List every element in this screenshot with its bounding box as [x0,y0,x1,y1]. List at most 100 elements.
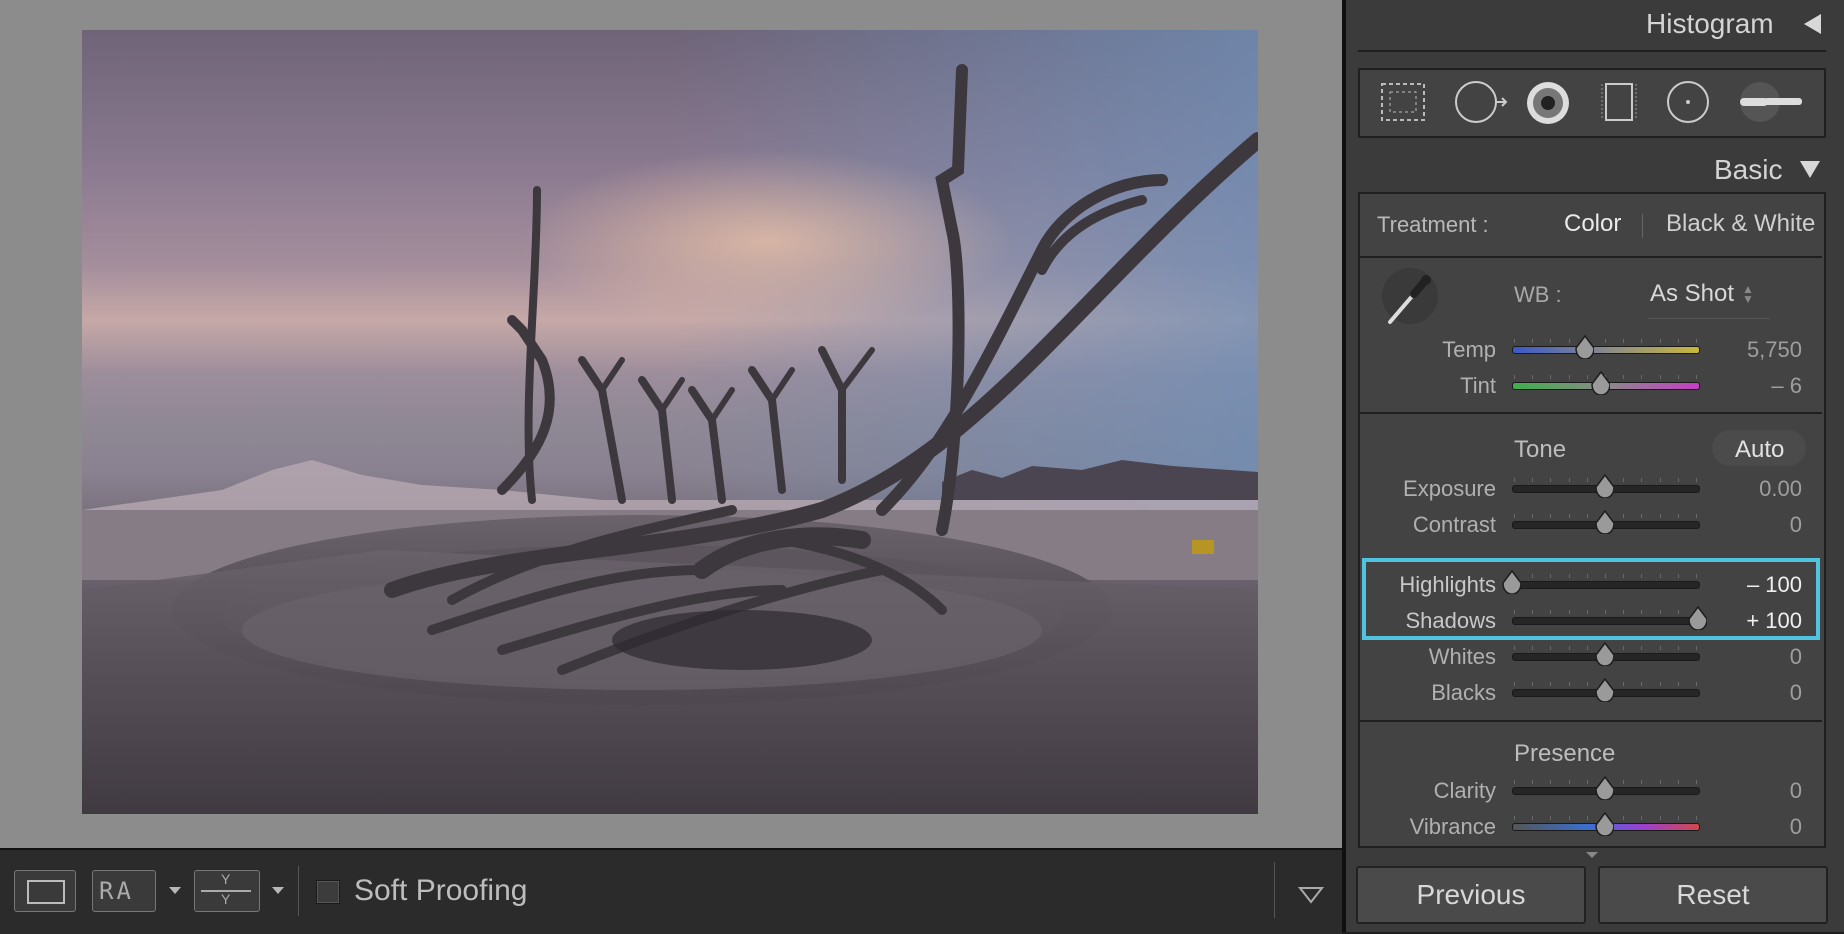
slider-tick [1532,816,1534,820]
blacks-slider-thumb[interactable] [1594,678,1614,702]
treatment-bw-option[interactable]: Black & White [1666,210,1815,238]
slider-tick [1514,375,1515,379]
slider-tick [1641,375,1643,379]
slider-tick [1568,610,1570,614]
slider-tick [1659,339,1661,343]
vibrance-value[interactable]: 0 [1702,814,1802,840]
slider-tick [1659,610,1661,614]
vibrance-slider-thumb[interactable] [1594,812,1614,836]
before-after-split-button[interactable]: Y Y [194,870,260,912]
graduated-filter-icon[interactable] [1598,78,1642,131]
slider-tick [1677,339,1679,343]
slider-tick [1586,574,1588,578]
slider-tick [1586,780,1588,784]
wb-eyedropper-icon[interactable] [1378,266,1442,337]
slider-tick [1623,478,1625,482]
histogram-collapse-icon[interactable] [1804,14,1821,34]
adjustment-brush-icon[interactable] [1734,78,1808,131]
slider-tick [1568,574,1570,578]
slider-tick [1623,339,1625,343]
toolbar-menu-icon[interactable] [1297,886,1325,909]
tint-label: Tint [1460,373,1496,398]
slider-tick [1677,816,1679,820]
slider-tick [1659,646,1661,650]
slider-tick [1550,646,1552,650]
slider-tick [1532,375,1534,379]
contrast-value[interactable]: 0 [1702,512,1802,538]
blacks-value[interactable]: 0 [1702,680,1802,706]
slider-tick [1623,780,1625,784]
slider-tick [1586,816,1588,820]
before-after-dropdown-icon[interactable] [169,887,181,894]
tone-auto-label: Auto [1735,436,1785,463]
slider-tick [1514,646,1515,650]
previous-button[interactable]: Previous [1356,866,1586,924]
reset-button[interactable]: Reset [1598,866,1828,924]
shadows-value[interactable]: + 100 [1702,608,1802,634]
whites-value[interactable]: 0 [1702,644,1802,670]
slider-tick [1696,375,1697,379]
clarity-value[interactable]: 0 [1702,778,1802,804]
slider-tick [1550,610,1552,614]
red-eye-icon[interactable] [1524,79,1572,132]
main-photo[interactable] [82,30,1258,814]
before-after-icon: RA [99,877,134,905]
panel-scroll-indicator-icon[interactable] [1586,852,1598,858]
spot-removal-icon[interactable] [1452,78,1510,131]
slider-tick [1514,682,1515,686]
loupe-view-button[interactable] [14,870,76,912]
slider-tick [1659,780,1661,784]
toolbar-divider [298,866,299,916]
basic-header[interactable]: Basic [1714,154,1782,186]
temp-slider-thumb[interactable] [1574,335,1594,359]
radial-filter-icon[interactable] [1664,78,1712,131]
clarity-slider-thumb[interactable] [1594,776,1614,800]
treatment-separator [1642,214,1643,238]
contrast-slider-thumb[interactable] [1594,510,1614,534]
before-after-button[interactable]: RA [92,870,156,912]
slider-tick [1568,514,1570,518]
split-y-top-icon: Y [221,871,231,887]
slider-tick [1586,478,1588,482]
slider-tick [1568,339,1570,343]
exposure-value[interactable]: 0.00 [1702,476,1802,502]
slider-tick [1550,816,1552,820]
wb-underline [1648,318,1770,319]
highlights-label: Highlights [1399,572,1496,597]
slider-tick [1586,610,1588,614]
tint-value[interactable]: – 6 [1702,373,1802,399]
shadows-slider-track[interactable] [1512,617,1700,625]
tint-slider-thumb[interactable] [1590,371,1611,395]
slider-tick [1550,574,1552,578]
wb-dropdown-arrows-icon[interactable]: ▲ ▼ [1742,283,1754,305]
blacks-label: Blacks [1431,680,1496,705]
slider-tick [1514,780,1515,784]
slider-tick [1532,339,1534,343]
basic-collapse-icon[interactable] [1800,161,1820,178]
treatment-color-option[interactable]: Color [1564,210,1621,238]
vibrance-label: Vibrance [1409,814,1496,839]
temp-value[interactable]: 5,750 [1702,337,1802,363]
histogram-header[interactable]: Histogram [1646,8,1774,40]
split-dropdown-icon[interactable] [272,887,284,894]
slider-tick [1677,646,1679,650]
soft-proofing-label: Soft Proofing [354,874,528,907]
slider-tick [1659,478,1661,482]
exposure-slider-thumb[interactable] [1594,474,1614,498]
highlights-value[interactable]: – 100 [1702,572,1802,598]
slider-tick [1623,610,1625,614]
crop-overlay-icon[interactable] [1378,80,1428,129]
slider-tick [1586,682,1588,686]
highlights-slider-thumb[interactable] [1501,570,1521,594]
slider-tick [1623,514,1625,518]
highlights-slider-track[interactable] [1512,581,1700,589]
whites-slider-thumb[interactable] [1594,642,1614,666]
slider-tick [1568,478,1570,482]
soft-proofing-checkbox[interactable] [316,880,340,904]
temp-slider-track[interactable] [1512,346,1700,354]
treatment-divider [1360,256,1822,258]
wb-value-dropdown[interactable]: As Shot [1650,280,1734,308]
slider-tick [1623,646,1625,650]
slider-tick [1677,514,1679,518]
slider-tick [1641,478,1643,482]
